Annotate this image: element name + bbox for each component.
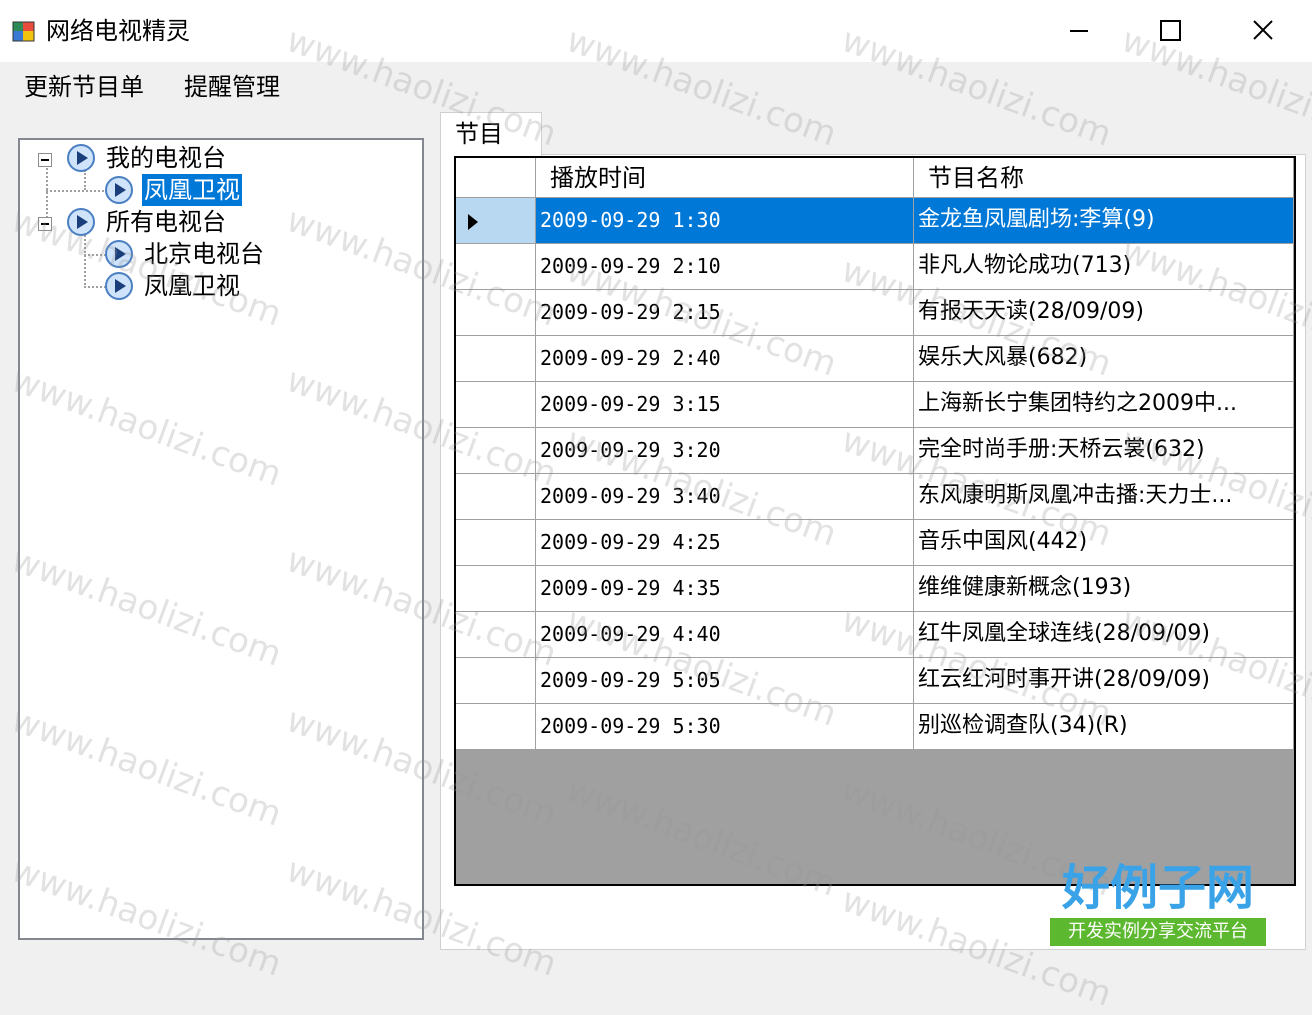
- tree-node-label: 我的电视台: [106, 144, 226, 172]
- cell-program-name[interactable]: 别巡检调查队(34)(R): [914, 704, 1294, 750]
- menu-bar: 更新节目单 提醒管理: [0, 62, 1312, 114]
- minimize-icon: [1070, 30, 1088, 32]
- row-header[interactable]: [456, 612, 536, 658]
- cell-program-name[interactable]: 娱乐大风暴(682): [914, 336, 1294, 382]
- tree-node-label: 所有电视台: [106, 208, 226, 236]
- row-header[interactable]: [456, 198, 536, 244]
- close-icon: [1253, 20, 1273, 40]
- tree-node-label: 凤凰卫视: [142, 174, 242, 206]
- menu-reminder-manage[interactable]: 提醒管理: [180, 70, 284, 104]
- cell-time[interactable]: 2009-09-29 2:10: [536, 244, 914, 290]
- channel-play-icon: [67, 208, 95, 236]
- tree-node-my-channels[interactable]: 我的电视台: [20, 142, 420, 174]
- site-logo: 好例子网 开发实例分享交流平台: [1050, 858, 1266, 948]
- channel-play-icon: [105, 176, 133, 204]
- close-button[interactable]: [1217, 0, 1309, 62]
- row-header[interactable]: [456, 704, 536, 750]
- tab-label: 节目: [455, 120, 503, 148]
- cell-program-name[interactable]: 维维健康新概念(193): [914, 566, 1294, 612]
- cell-program-name[interactable]: 音乐中国风(442): [914, 520, 1294, 566]
- row-header[interactable]: [456, 520, 536, 566]
- cell-program-name[interactable]: 有报天天读(28/09/09): [914, 290, 1294, 336]
- collapse-icon[interactable]: [38, 153, 52, 167]
- cell-time[interactable]: 2009-09-29 2:15: [536, 290, 914, 336]
- grid-corner-header[interactable]: [456, 158, 536, 198]
- tree-node-beijing[interactable]: 北京电视台: [20, 238, 420, 270]
- row-header[interactable]: [456, 474, 536, 520]
- column-header-time[interactable]: 播放时间: [536, 158, 914, 198]
- menu-update-schedule[interactable]: 更新节目单: [20, 70, 148, 104]
- channel-tree[interactable]: 我的电视台 凤凰卫视 所有电视台 北京电视台 凤凰卫视: [18, 138, 424, 940]
- tree-node-phoenix[interactable]: 凤凰卫视: [20, 270, 420, 302]
- cell-program-name[interactable]: 完全时尚手册:天桥云裳(632): [914, 428, 1294, 474]
- app-icon: [12, 21, 35, 42]
- column-header-name[interactable]: 节目名称: [914, 158, 1294, 198]
- cell-program-name[interactable]: 红牛凤凰全球连线(28/09/09): [914, 612, 1294, 658]
- cell-program-name[interactable]: 非凡人物论成功(713): [914, 244, 1294, 290]
- maximize-icon: [1160, 20, 1181, 41]
- tree-node-label: 北京电视台: [144, 240, 264, 268]
- current-row-arrow-icon: [468, 214, 478, 230]
- row-header[interactable]: [456, 382, 536, 428]
- channel-play-icon: [105, 240, 133, 268]
- row-header[interactable]: [456, 566, 536, 612]
- tree-node-all-channels[interactable]: 所有电视台: [20, 206, 420, 238]
- collapse-icon[interactable]: [38, 217, 52, 231]
- maximize-button[interactable]: [1125, 0, 1217, 62]
- cell-program-name[interactable]: 上海新长宁集团特约之2009中...: [914, 382, 1294, 428]
- window-title: 网络电视精灵: [46, 17, 190, 45]
- cell-program-name[interactable]: 东风康明斯凤凰冲击播:天力士...: [914, 474, 1294, 520]
- cell-time[interactable]: 2009-09-29 4:25: [536, 520, 914, 566]
- title-bar: 网络电视精灵: [0, 0, 1312, 62]
- cell-program-name[interactable]: 金龙鱼凤凰剧场:李算(9): [914, 198, 1294, 244]
- minimize-button[interactable]: [1033, 0, 1125, 62]
- channel-play-icon: [105, 272, 133, 300]
- row-header[interactable]: [456, 336, 536, 382]
- cell-time[interactable]: 2009-09-29 3:20: [536, 428, 914, 474]
- cell-time[interactable]: 2009-09-29 4:35: [536, 566, 914, 612]
- cell-program-name[interactable]: 红云红河时事开讲(28/09/09): [914, 658, 1294, 704]
- row-header[interactable]: [456, 428, 536, 474]
- row-header[interactable]: [456, 658, 536, 704]
- cell-time[interactable]: 2009-09-29 1:30: [536, 198, 914, 244]
- row-header[interactable]: [456, 244, 536, 290]
- cell-time[interactable]: 2009-09-29 2:40: [536, 336, 914, 382]
- logo-subtitle: 开发实例分享交流平台: [1050, 918, 1266, 946]
- cell-time[interactable]: 2009-09-29 3:40: [536, 474, 914, 520]
- tree-node-label: 凤凰卫视: [144, 272, 240, 300]
- cell-time[interactable]: 2009-09-29 4:40: [536, 612, 914, 658]
- cell-time[interactable]: 2009-09-29 5:05: [536, 658, 914, 704]
- program-grid[interactable]: 播放时间 节目名称 2009-09-29 1:30 金龙鱼凤凰剧场:李算(9) 20…: [454, 156, 1296, 886]
- tree-node-phoenix-favorite[interactable]: 凤凰卫视: [20, 174, 420, 206]
- cell-time[interactable]: 2009-09-29 5:30: [536, 704, 914, 750]
- logo-title: 好例子网: [1061, 860, 1254, 916]
- row-header[interactable]: [456, 290, 536, 336]
- channel-play-icon: [67, 144, 95, 172]
- tab-programs[interactable]: 节目: [440, 112, 542, 156]
- cell-time[interactable]: 2009-09-29 3:15: [536, 382, 914, 428]
